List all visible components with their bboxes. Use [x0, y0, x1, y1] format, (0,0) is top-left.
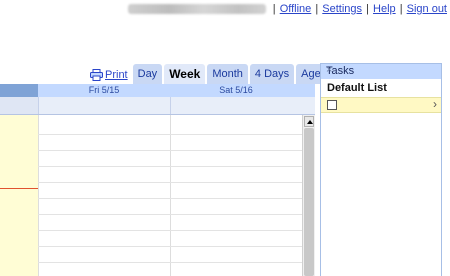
hour-line: [38, 262, 302, 263]
hour-line: [38, 230, 302, 231]
separator: |: [366, 3, 369, 15]
grid-scrollbar[interactable]: [302, 115, 315, 276]
all-day-row[interactable]: [0, 97, 315, 115]
account-email-redacted: [127, 4, 266, 15]
hour-line: [38, 182, 302, 183]
task-list-name[interactable]: Default List: [321, 79, 441, 95]
chevron-right-icon[interactable]: ›: [433, 97, 437, 111]
divider: [38, 115, 39, 276]
help-link[interactable]: Help: [373, 3, 396, 15]
view-toolbar: Print Day Week Month 4 Days Agenda: [88, 64, 345, 84]
hour-line: [38, 214, 302, 215]
separator: |: [272, 3, 276, 15]
account-links: | Offline | Settings | Help | Sign out: [127, 3, 447, 15]
scroll-thumb[interactable]: [304, 128, 314, 276]
checkbox-icon[interactable]: [327, 100, 337, 110]
tab-month[interactable]: Month: [207, 64, 248, 84]
offline-link[interactable]: Offline: [280, 3, 312, 15]
divider: [170, 115, 171, 276]
hour-line: [38, 150, 302, 151]
settings-link[interactable]: Settings: [322, 3, 362, 15]
current-time-marker: [0, 188, 38, 189]
divider: [170, 97, 171, 114]
hour-line: [38, 166, 302, 167]
day-header-sat[interactable]: Sat 5/16: [170, 84, 302, 97]
week-calendar-grid: Fri 5/15 Sat 5/16: [0, 84, 315, 276]
print-link[interactable]: Print: [88, 66, 131, 84]
all-day-label-cell: [0, 97, 38, 114]
print-label: Print: [105, 69, 128, 81]
hour-line: [38, 198, 302, 199]
hour-line: [38, 134, 302, 135]
scroll-up-arrow[interactable]: [304, 116, 314, 127]
time-column: [0, 115, 39, 276]
separator: |: [315, 3, 319, 15]
day-header-row: Fri 5/15 Sat 5/16: [0, 84, 315, 97]
task-row[interactable]: ›: [321, 97, 441, 113]
day-header-fri[interactable]: Fri 5/15: [38, 84, 170, 97]
close-icon[interactable]: ×: [326, 64, 436, 76]
tab-week[interactable]: Week: [164, 64, 206, 84]
tasks-panel: Tasks × Default List ›: [320, 63, 442, 276]
tab-4-days[interactable]: 4 Days: [249, 64, 295, 84]
time-grid[interactable]: [0, 115, 302, 276]
sign-out-link[interactable]: Sign out: [407, 3, 447, 15]
hour-line: [38, 246, 302, 247]
separator: |: [399, 3, 403, 15]
tasks-title-bar: Tasks ×: [321, 64, 441, 79]
tab-day[interactable]: Day: [132, 64, 163, 84]
time-header-cell: [0, 84, 38, 97]
divider: [38, 97, 39, 114]
printer-icon: [90, 69, 103, 81]
